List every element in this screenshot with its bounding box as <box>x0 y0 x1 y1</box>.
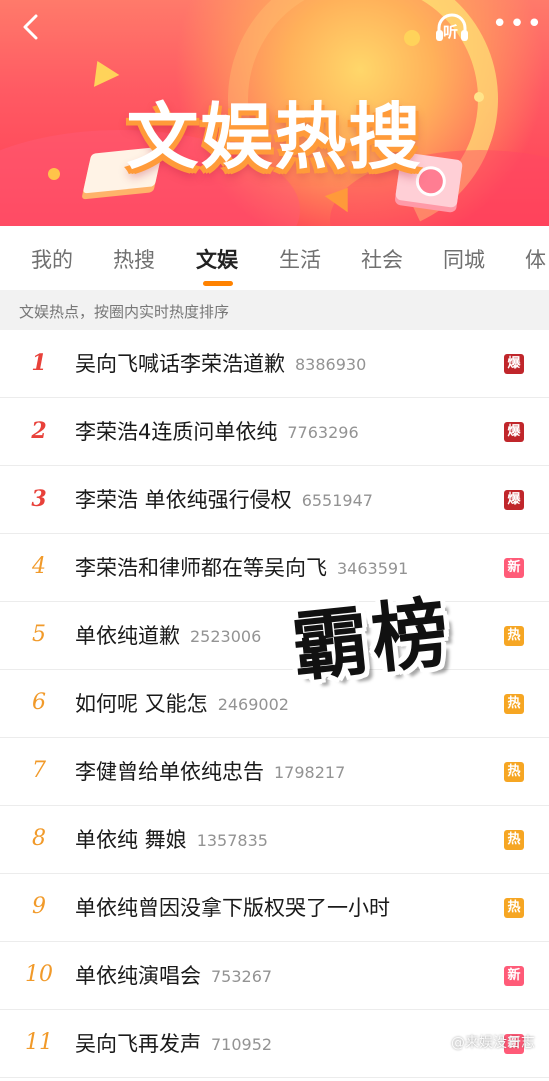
topic-title: 李荣浩4连质问单依纯 <box>75 420 278 444</box>
topic-title: 单依纯演唱会 <box>75 964 201 988</box>
weibo-icon <box>430 1035 448 1049</box>
back-button[interactable] <box>18 14 44 40</box>
badge-hot: 热 <box>504 762 524 782</box>
heat-count: 8386930 <box>295 355 367 374</box>
header-banner: 文娱热搜 听 ••• <box>0 0 549 226</box>
overlay-sticker: 霸榜 <box>287 571 517 703</box>
ranking-description: 文娱热点，按圈内实时热度排序 <box>0 290 549 330</box>
tab-mine[interactable]: 我的 <box>31 244 73 274</box>
sticker-text: 霸榜 <box>287 587 457 693</box>
rank-number: 11 <box>25 1030 53 1055</box>
topic-title: 李健曾给单依纯忠告 <box>75 760 264 784</box>
topic-title: 李荣浩和律师都在等吴向飞 <box>75 556 327 580</box>
topic-title-line: 单依纯曾因没拿下版权哭了一小时 <box>75 892 400 922</box>
heat-count: 1798217 <box>274 763 346 782</box>
rank-number: 5 <box>32 622 46 647</box>
topic-title: 吴向飞再发声 <box>75 1032 201 1056</box>
topic-title: 单依纯曾因没拿下版权哭了一小时 <box>75 896 390 920</box>
heat-count: 753267 <box>211 967 273 986</box>
tab-society[interactable]: 社会 <box>361 244 403 274</box>
topic-title-line: 如何呢 又能怎 2469002 <box>75 688 289 718</box>
rank-number: 1 <box>31 350 47 376</box>
heat-count: 1357835 <box>196 831 268 850</box>
list-item[interactable]: 8 单依纯 舞娘 1357835 热 <box>0 806 549 874</box>
topic-title-line: 李荣浩4连质问单依纯 7763296 <box>75 416 359 446</box>
topic-title-line: 李荣浩 单依纯强行侵权 6551947 <box>75 484 373 514</box>
tab-sports[interactable]: 体 <box>525 244 546 274</box>
badge-explode: 爆 <box>504 422 524 442</box>
badge-explode: 爆 <box>504 490 524 510</box>
tab-hot-search[interactable]: 热搜 <box>113 244 155 274</box>
topic-title: 如何呢 又能怎 <box>75 692 208 716</box>
listen-label: 听 <box>443 23 459 41</box>
rank-number: 6 <box>32 690 46 715</box>
topic-title-line: 李荣浩和律师都在等吴向飞 3463591 <box>75 552 408 582</box>
heat-count: 2523006 <box>190 627 262 646</box>
tab-entertainment[interactable]: 文娱 <box>196 244 238 274</box>
watermark: @来娱没日志 <box>430 1032 535 1052</box>
rank-number: 9 <box>32 894 46 919</box>
rank-number: 2 <box>31 418 47 444</box>
topic-title: 单依纯 舞娘 <box>75 828 187 852</box>
badge-new: 新 <box>504 558 524 578</box>
badge-hot: 热 <box>504 830 524 850</box>
topic-title-line: 单依纯道歉 2523006 <box>75 620 261 650</box>
topic-title: 单依纯道歉 <box>75 624 180 648</box>
list-item[interactable]: 7 李健曾给单依纯忠告 1798217 热 <box>0 738 549 806</box>
heat-count: 6551947 <box>301 491 373 510</box>
heat-count: 7763296 <box>287 423 359 442</box>
rank-number: 3 <box>31 486 47 512</box>
ranking-description-text: 文娱热点，按圈内实时热度排序 <box>19 303 230 321</box>
rank-number: 4 <box>32 554 46 579</box>
active-tab-indicator <box>203 281 233 286</box>
topic-title: 李荣浩 单依纯强行侵权 <box>75 488 292 512</box>
badge-new: 新 <box>504 966 524 986</box>
list-item[interactable]: 2 李荣浩4连质问单依纯 7763296 爆 <box>0 398 549 466</box>
rank-number: 8 <box>32 826 46 851</box>
tab-life[interactable]: 生活 <box>279 244 321 274</box>
topic-title-line: 单依纯 舞娘 1357835 <box>75 824 268 854</box>
more-button[interactable]: ••• <box>492 11 542 40</box>
category-tabs: 我的 热搜 文娱 生活 社会 同城 体 <box>0 226 549 290</box>
list-item[interactable]: 1 吴向飞喊话李荣浩道歉 8386930 爆 <box>0 330 549 398</box>
heat-count: 3463591 <box>337 559 409 578</box>
topic-title-line: 吴向飞再发声 710952 <box>75 1028 272 1058</box>
tab-local[interactable]: 同城 <box>443 244 485 274</box>
rank-number: 7 <box>32 758 46 783</box>
list-item[interactable]: 10 单依纯演唱会 753267 新 <box>0 942 549 1010</box>
badge-hot: 热 <box>504 898 524 918</box>
chevron-left-icon <box>23 14 38 40</box>
banner-dot <box>404 30 420 46</box>
page-title: 文娱热搜 <box>126 95 423 179</box>
topic-title-line: 李健曾给单依纯忠告 1798217 <box>75 756 345 786</box>
heat-count: 2469002 <box>217 695 289 714</box>
badge-explode: 爆 <box>504 354 524 374</box>
topic-title-line: 单依纯演唱会 753267 <box>75 960 272 990</box>
rank-number: 10 <box>25 962 53 987</box>
watermark-text: @来娱没日志 <box>451 1035 535 1051</box>
heat-count: 710952 <box>211 1035 273 1054</box>
list-item[interactable]: 3 李荣浩 单依纯强行侵权 6551947 爆 <box>0 466 549 534</box>
list-item[interactable]: 9 单依纯曾因没拿下版权哭了一小时 热 <box>0 874 549 942</box>
topic-title: 吴向飞喊话李荣浩道歉 <box>75 352 285 376</box>
topic-title-line: 吴向飞喊话李荣浩道歉 8386930 <box>75 348 366 378</box>
badge-hot: 热 <box>504 694 524 714</box>
listen-button[interactable]: 听 <box>432 8 472 48</box>
